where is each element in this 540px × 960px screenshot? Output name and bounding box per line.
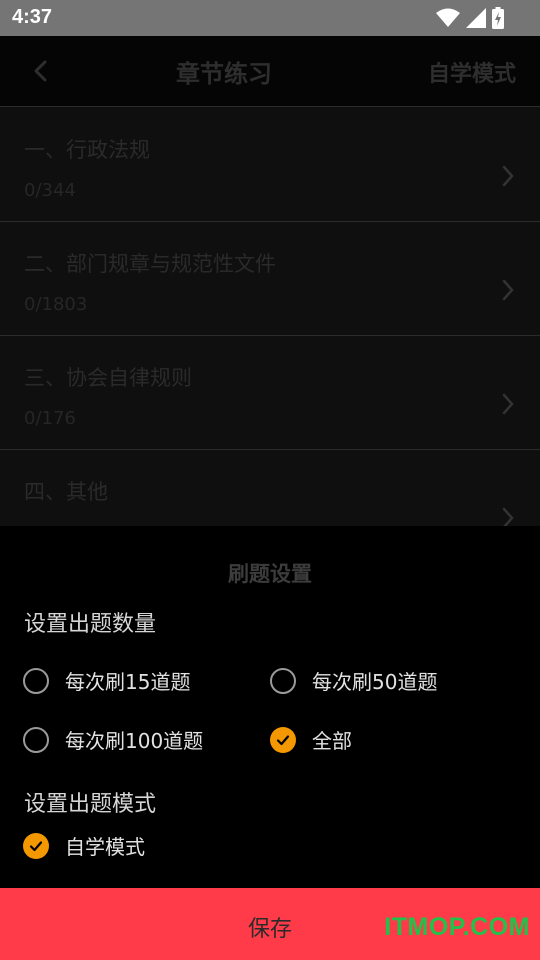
wifi-icon [436, 8, 460, 27]
chevron-right-icon [502, 279, 514, 301]
mode-section-label: 设置出题模式 [24, 792, 157, 817]
checkmark-icon[interactable] [270, 726, 296, 753]
checkmark-icon[interactable] [23, 832, 49, 859]
chevron-right-icon [502, 165, 514, 187]
quantity-option-15[interactable]: 每次刷15道题 [23, 666, 190, 695]
chapter-progress: 0/1803 [24, 294, 88, 315]
chapter-name: 三、协会自律规则 [24, 366, 192, 390]
quantity-option-100[interactable]: 每次刷100道题 [23, 725, 203, 754]
practice-settings-sheet: 刷题设置 设置出题数量 每次刷15道题 每次刷50道题 每次刷100道题 全部 … [0, 526, 540, 888]
chapter-name: 一、行政法规 [24, 138, 150, 162]
option-label: 每次刷50道题 [312, 670, 438, 694]
status-time: 4:37 [12, 6, 53, 28]
radio-unchecked-icon[interactable] [23, 726, 49, 753]
watermark-logo: ITMOP.COM [384, 913, 530, 941]
chapter-item[interactable]: 二、部门规章与规范性文件 0/1803 [0, 222, 540, 336]
sheet-title: 刷题设置 [228, 562, 312, 586]
option-label: 每次刷100道题 [65, 729, 204, 753]
radio-unchecked-icon[interactable] [23, 667, 49, 694]
quantity-option-50[interactable]: 每次刷50道题 [270, 666, 437, 695]
chevron-right-icon [502, 393, 514, 415]
radio-unchecked-icon[interactable] [270, 667, 296, 694]
quantity-section-label: 设置出题数量 [24, 612, 157, 637]
save-button[interactable]: 保存 ITMOP.COM [0, 888, 540, 960]
chapter-progress: 0/344 [24, 180, 76, 201]
status-icons [436, 7, 504, 29]
chapter-name: 二、部门规章与规范性文件 [24, 252, 276, 276]
self-study-mode-button[interactable]: 自学模式 [428, 56, 516, 88]
status-bar: 4:37 [0, 0, 540, 36]
chapter-item[interactable]: 一、行政法规 0/344 [0, 108, 540, 222]
mode-option-self-study[interactable]: 自学模式 [23, 831, 145, 860]
chapter-name: 四、其他 [24, 480, 108, 504]
chapter-practice-page: 章节练习 自学模式 一、行政法规 0/344 二、部门规章与规范性文件 0/18… [0, 36, 540, 529]
chapter-progress: 0/176 [24, 408, 76, 429]
signal-icon [466, 8, 486, 28]
battery-charging-icon [492, 7, 504, 29]
chapter-item[interactable]: 三、协会自律规则 0/176 [0, 336, 540, 450]
option-label: 自学模式 [65, 835, 145, 859]
chapter-list: 一、行政法规 0/344 二、部门规章与规范性文件 0/1803 三、协会自律规… [0, 108, 540, 564]
option-label: 每次刷15道题 [65, 670, 191, 694]
page-title: 章节练习 [176, 60, 272, 88]
quantity-option-all[interactable]: 全部 [270, 725, 352, 754]
toolbar: 章节练习 自学模式 [0, 36, 540, 107]
option-label: 全部 [312, 729, 352, 753]
back-arrow-icon[interactable] [26, 56, 56, 86]
